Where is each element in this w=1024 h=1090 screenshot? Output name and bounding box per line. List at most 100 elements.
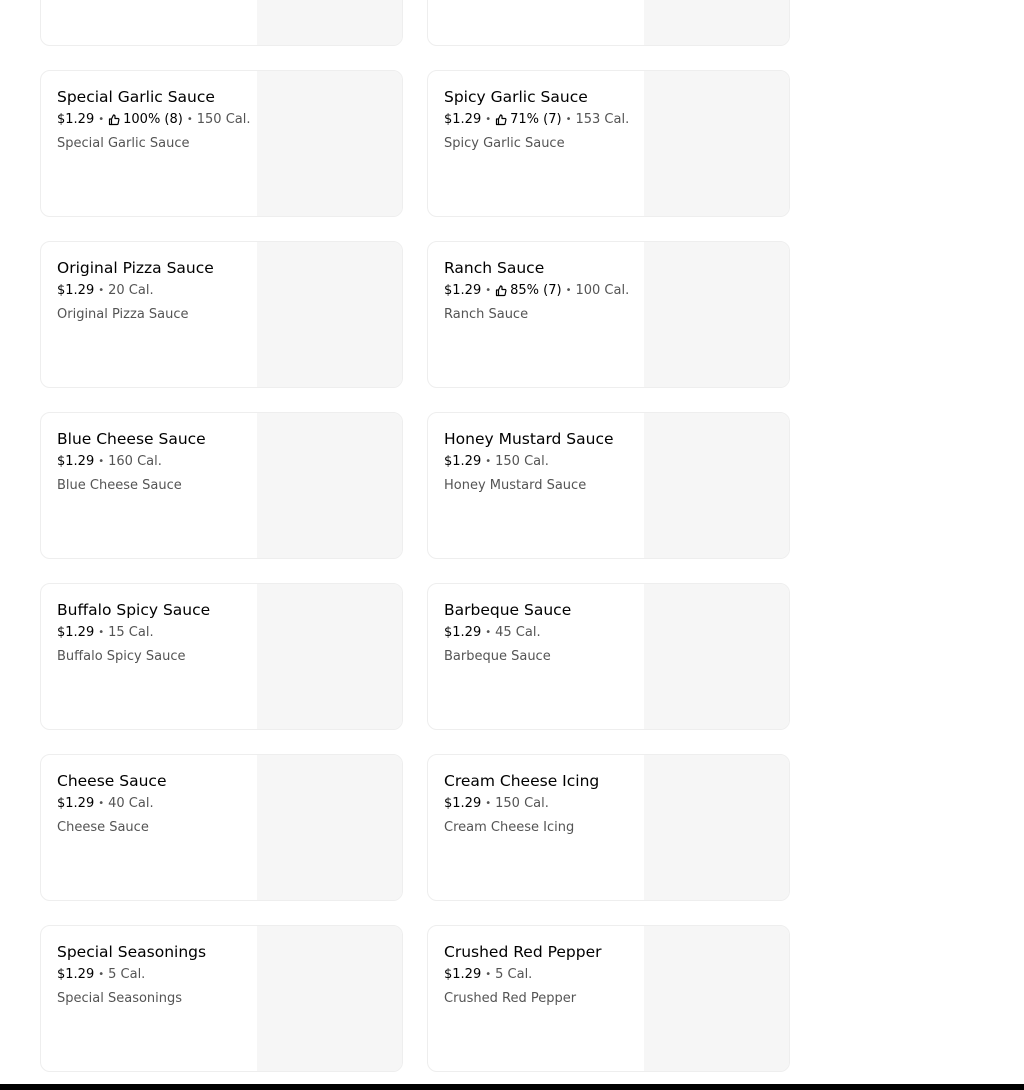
thumbs-up-icon <box>495 285 507 297</box>
item-description: Special Seasonings <box>57 991 183 1006</box>
item-name: Special Seasonings <box>57 943 207 961</box>
menu-item-info: Special Seasonings $1.29 • 5 Cal. Special … <box>57 941 257 1008</box>
menu-item-info: Original Pizza Sauce $1.29 • 20 Cal. Origi… <box>57 257 257 324</box>
menu-item-card[interactable]: Anchovy fillets <box>40 0 403 46</box>
item-image-placeholder <box>257 413 402 558</box>
item-meta: $1.29 • 100% (8) • 150 Cal. <box>57 111 257 129</box>
item-meta: $1.29 • 20 Cal. <box>57 282 257 300</box>
item-name: Cheese Sauce <box>57 772 167 790</box>
separator-dot: • <box>485 285 492 296</box>
thumbs-up-icon <box>495 114 507 126</box>
menu-item-card[interactable]: Spicy Garlic Sauce $1.29 • 71% (7) • 153 Cal… <box>427 70 790 217</box>
item-image-placeholder <box>644 0 789 45</box>
item-name: Original Pizza Sauce <box>57 259 214 277</box>
item-name: Special Garlic Sauce <box>57 88 215 106</box>
item-meta: $1.29 • 5 Cal. <box>57 966 257 984</box>
item-calories: 100 Cal. <box>575 283 630 298</box>
menu-item-card[interactable]: Cream Cheese Icing $1.29 • 150 Cal. Cream … <box>427 754 790 901</box>
item-meta: $1.29 • 45 Cal. <box>444 624 644 642</box>
menu-item-card[interactable]: Blue Cheese Sauce $1.29 • 160 Cal. Blue Ch… <box>40 412 403 559</box>
separator-dot: • <box>485 114 492 125</box>
item-meta: $1.29 • 160 Cal. <box>57 453 257 471</box>
menu-item-card[interactable]: Buffalo Spicy Sauce $1.29 • 15 Cal. Buffal… <box>40 583 403 730</box>
item-calories: 150 Cal. <box>495 796 549 811</box>
separator-dot: • <box>485 798 492 809</box>
item-description: Cheese Sauce <box>57 820 149 835</box>
item-price: $1.29 <box>57 454 95 469</box>
item-image-placeholder <box>257 0 402 45</box>
menu-item-info: Barbeque Sauce $1.29 • 45 Cal. Barbeque Sa… <box>444 599 644 666</box>
menu-item-info: Crushed Red Pepper $1.29 • 5 Cal. Crushed … <box>444 941 644 1008</box>
menu-item-info: Cheese Sauce $1.29 • 40 Cal. Cheese Sauce <box>57 770 257 837</box>
item-image-placeholder <box>644 584 789 729</box>
item-calories: 40 Cal. <box>108 796 154 811</box>
item-description: Crushed Red Pepper <box>444 991 577 1006</box>
separator-dot: • <box>98 627 105 638</box>
separator-dot: • <box>565 114 572 125</box>
item-description: Spicy Garlic Sauce <box>444 136 565 151</box>
item-name: Honey Mustard Sauce <box>444 430 614 448</box>
item-meta: $1.29 • 5 Cal. <box>444 966 644 984</box>
menu-item-info: Special Garlic Sauce $1.29 • 100% (8) • 150 … <box>57 86 257 153</box>
item-calories: 160 Cal. <box>108 454 162 469</box>
item-meta: $1.29 • 150 Cal. <box>444 795 644 813</box>
menu-item-card[interactable]: Crushed Red Pepper $1.29 • 5 Cal. Crushed … <box>427 925 790 1072</box>
item-price: $1.29 <box>57 796 95 811</box>
item-description: Buffalo Spicy Sauce <box>57 649 186 664</box>
item-price: $1.29 <box>444 283 482 298</box>
menu-item-grid: Anchovy fillets Special Zesty Sauce Spec… <box>40 0 790 1072</box>
menu-item-info: Spicy Garlic Sauce $1.29 • 71% (7) • 153 Cal… <box>444 86 644 153</box>
separator-dot: • <box>485 627 492 638</box>
item-price: $1.29 <box>444 967 482 982</box>
item-price: $1.29 <box>444 796 482 811</box>
separator-dot: • <box>485 456 492 467</box>
menu-item-card[interactable]: Original Pizza Sauce $1.29 • 20 Cal. Origi… <box>40 241 403 388</box>
item-price: $1.29 <box>444 625 482 640</box>
item-description: Ranch Sauce <box>444 307 529 322</box>
menu-item-card[interactable]: Ranch Sauce $1.29 • 85% (7) • 100 Cal. Ranch… <box>427 241 790 388</box>
item-price: $1.29 <box>444 112 482 127</box>
item-description: Cream Cheese Icing <box>444 820 575 835</box>
item-name: Buffalo Spicy Sauce <box>57 601 211 619</box>
item-name: Cream Cheese Icing <box>444 772 600 790</box>
menu-item-card[interactable]: Honey Mustard Sauce $1.29 • 150 Cal. Honey… <box>427 412 790 559</box>
menu-item-card[interactable]: Special Zesty Sauce <box>427 0 790 46</box>
item-name: Crushed Red Pepper <box>444 943 602 961</box>
item-rating: 100% (8) <box>123 112 183 127</box>
item-name: Barbeque Sauce <box>444 601 572 619</box>
item-meta: $1.29 • 150 Cal. <box>444 453 644 471</box>
separator-dot: • <box>98 456 105 467</box>
menu-item-info: Honey Mustard Sauce $1.29 • 150 Cal. Honey… <box>444 428 644 495</box>
separator-dot: • <box>98 285 105 296</box>
item-name: Spicy Garlic Sauce <box>444 88 588 106</box>
thumbs-up-icon <box>108 114 120 126</box>
item-price: $1.29 <box>57 283 95 298</box>
menu-item-card[interactable]: Cheese Sauce $1.29 • 40 Cal. Cheese Sauce <box>40 754 403 901</box>
item-meta: $1.29 • 71% (7) • 153 Cal. <box>444 111 644 129</box>
item-calories: 150 Cal. <box>196 112 251 127</box>
bottom-bar <box>0 1084 1024 1090</box>
item-image-placeholder <box>644 71 789 216</box>
item-image-placeholder <box>644 413 789 558</box>
item-calories: 150 Cal. <box>495 454 549 469</box>
item-name: Blue Cheese Sauce <box>57 430 206 448</box>
separator-dot: • <box>98 969 105 980</box>
menu-item-card[interactable]: Special Garlic Sauce $1.29 • 100% (8) • 150 … <box>40 70 403 217</box>
separator-dot: • <box>186 114 193 125</box>
menu-item-info: Buffalo Spicy Sauce $1.29 • 15 Cal. Buffal… <box>57 599 257 666</box>
item-calories: 20 Cal. <box>108 283 154 298</box>
item-calories: 5 Cal. <box>495 967 533 982</box>
menu-item-card[interactable]: Special Seasonings $1.29 • 5 Cal. Special … <box>40 925 403 1072</box>
menu-item-info: Blue Cheese Sauce $1.29 • 160 Cal. Blue Ch… <box>57 428 257 495</box>
item-price: $1.29 <box>57 967 95 982</box>
item-calories: 45 Cal. <box>495 625 541 640</box>
item-rating: 71% (7) <box>510 112 562 127</box>
item-description: Honey Mustard Sauce <box>444 478 587 493</box>
menu-item-card[interactable]: Barbeque Sauce $1.29 • 45 Cal. Barbeque Sa… <box>427 583 790 730</box>
item-image-placeholder <box>257 755 402 900</box>
item-calories: 15 Cal. <box>108 625 154 640</box>
item-meta: $1.29 • 40 Cal. <box>57 795 257 813</box>
item-image-placeholder <box>257 584 402 729</box>
item-image-placeholder <box>644 926 789 1071</box>
item-image-placeholder <box>257 242 402 387</box>
